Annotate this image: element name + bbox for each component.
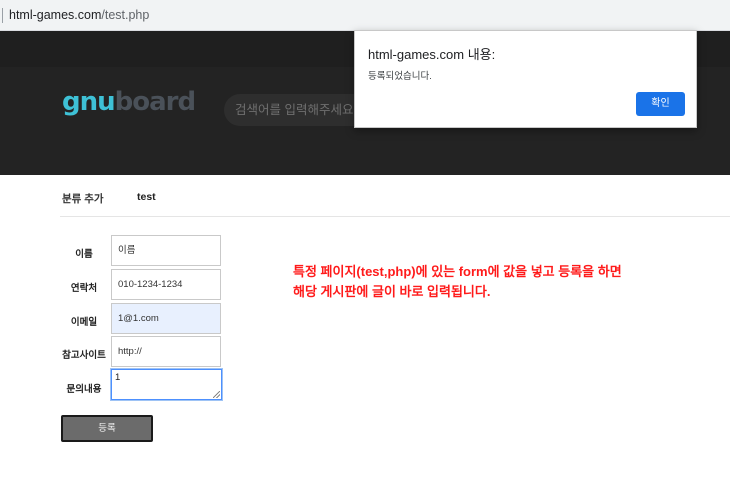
inquiry-text: 1 [115, 372, 121, 383]
dialog-ok-button[interactable]: 확인 [636, 92, 685, 116]
dialog-title: html-games.com 내용: [368, 47, 496, 62]
website-label: 참고사이트 [62, 350, 106, 361]
name-input[interactable]: 이름 [111, 235, 221, 266]
inquiry-label: 문의내용 [66, 384, 102, 395]
inquiry-textarea[interactable]: 1 [111, 369, 222, 400]
phone-label: 연락처 [70, 283, 98, 294]
divider [60, 216, 730, 217]
logo-board: board [114, 87, 196, 117]
address-url[interactable]: html-games.com/test.php [9, 8, 149, 22]
name-label: 이름 [75, 249, 93, 260]
breadcrumb-title: 분류 추가 [62, 193, 104, 205]
annotation-line-2: 해당 게시판에 글이 바로 입력됩니다. [293, 284, 491, 299]
site-logo[interactable]: gnuboard [62, 87, 196, 117]
logo-gnu: gnu [62, 87, 116, 117]
phone-input[interactable]: 010-1234-1234 [111, 269, 221, 300]
breadcrumb-sub: test [137, 191, 156, 203]
email-label: 이메일 [70, 317, 98, 328]
breadcrumb: 분류 추가 test [62, 191, 156, 206]
address-bar-divider [2, 8, 3, 23]
alert-dialog: html-games.com 내용: 등록되었습니다. 확인 [354, 30, 697, 128]
annotation-note: 특정 페이지(test,php)에 있는 form에 값을 넣고 등록을 하면 … [293, 262, 622, 302]
website-input[interactable]: http:// [111, 336, 221, 367]
resize-grip-icon[interactable] [213, 391, 220, 398]
dialog-message: 등록되었습니다. [368, 71, 432, 82]
annotation-line-1: 특정 페이지(test,php)에 있는 form에 값을 넣고 등록을 하면 [293, 264, 622, 279]
url-host: html-games.com [9, 8, 102, 22]
submit-button[interactable]: 등록 [61, 415, 153, 442]
email-input[interactable]: 1@1.com [111, 303, 221, 334]
url-path: /test.php [101, 8, 150, 22]
browser-address-bar[interactable]: html-games.com/test.php [0, 0, 730, 31]
